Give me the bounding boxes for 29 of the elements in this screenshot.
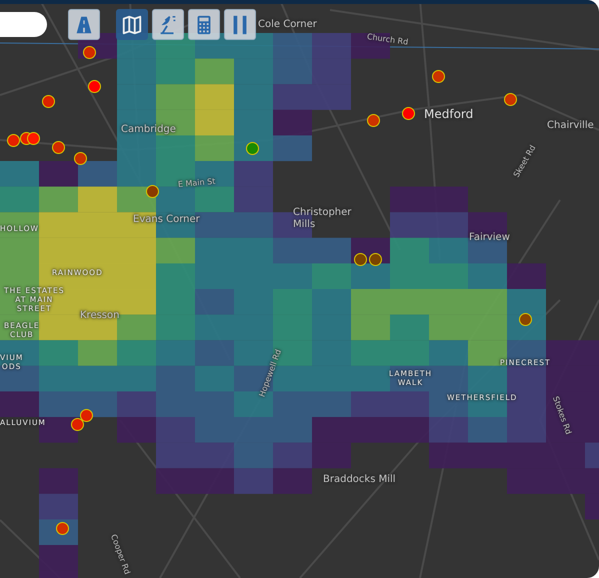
map-marker[interactable] <box>402 107 415 120</box>
search-field[interactable] <box>0 12 47 37</box>
map-marker[interactable] <box>27 132 40 145</box>
map-icon <box>121 14 143 36</box>
tool-button[interactable] <box>188 9 220 40</box>
town-label: Fairview <box>469 232 510 244</box>
town-label: Christopher Mills <box>293 207 352 231</box>
town-label: Chairville <box>547 120 594 132</box>
map-marker[interactable] <box>74 152 87 165</box>
map-marker[interactable] <box>7 134 20 147</box>
city-label: Medford <box>424 107 474 122</box>
road-label: Church Rd <box>366 32 409 48</box>
road-label: E Main St <box>178 176 216 190</box>
tool-button[interactable] <box>152 9 184 40</box>
road-label: Cooper Rd <box>108 533 132 576</box>
town-label: Braddocks Mill <box>323 474 396 486</box>
map-marker[interactable] <box>432 70 445 83</box>
town-label: Kresson <box>80 310 120 322</box>
map-marker[interactable] <box>42 95 55 108</box>
town-label: Cambridge <box>121 124 176 136</box>
map-marker[interactable] <box>504 93 517 106</box>
tool-button[interactable] <box>68 9 100 40</box>
map-marker[interactable] <box>52 141 65 154</box>
road-label: Stokes Rd <box>550 395 574 436</box>
town-label: Cole Corner <box>258 19 317 31</box>
map-marker[interactable] <box>88 80 101 93</box>
tool-button[interactable] <box>116 9 148 40</box>
map-marker[interactable] <box>367 114 380 127</box>
tool-button[interactable] <box>224 9 256 40</box>
